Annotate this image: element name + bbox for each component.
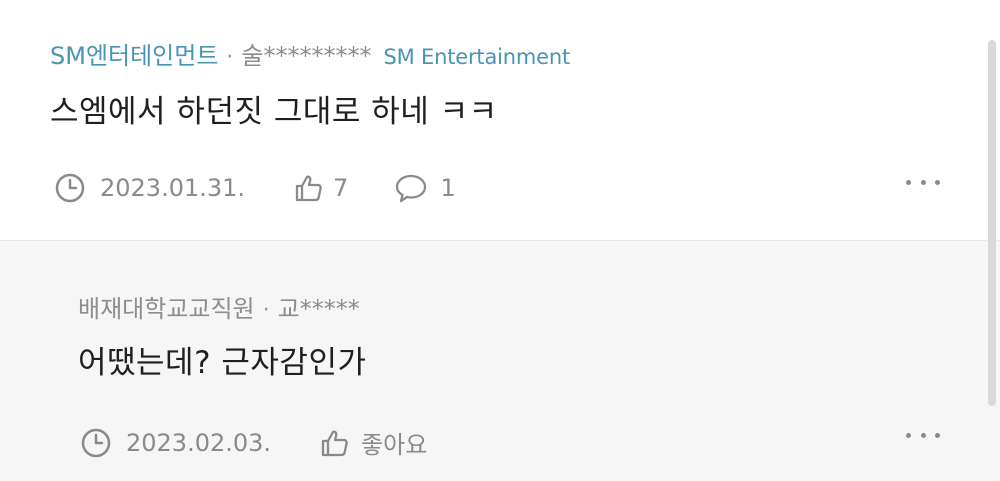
meta-separator: · xyxy=(262,298,270,323)
comment-masked-name: 술********* xyxy=(241,42,372,70)
reply-actions: 2023.02.03. 좋아요 xyxy=(80,425,427,460)
reply-like-label: 좋아요 xyxy=(361,431,428,459)
more-dot xyxy=(906,179,911,185)
meta-separator: · xyxy=(226,45,234,70)
more-dot xyxy=(906,432,911,438)
clock-icon xyxy=(54,172,86,204)
thumbs-up-icon xyxy=(293,172,325,204)
thumbs-up-icon xyxy=(319,427,351,459)
comment-more-button[interactable] xyxy=(906,172,940,192)
comment-like-button[interactable]: 7 xyxy=(293,172,348,204)
reply-masked-name: 교***** xyxy=(277,295,360,323)
reply-card: 배재대학교교직원 · 교***** 어땠는데? 근자감인가 2023.02.03… xyxy=(0,241,1000,481)
more-dot xyxy=(935,179,940,185)
reply-date: 2023.02.03. xyxy=(80,427,271,459)
scrollbar[interactable] xyxy=(988,40,996,406)
reply-date-text: 2023.02.03. xyxy=(126,428,272,457)
comment-reply-button[interactable]: 1 xyxy=(394,172,456,204)
more-dot xyxy=(935,432,940,438)
comment-card: SM엔터테인먼트 · 술********* SM Entertainment 스… xyxy=(0,0,1000,240)
comment-date: 2023.01.31. xyxy=(54,172,245,204)
comment-company-badge[interactable]: SM Entertainment xyxy=(384,45,571,69)
comment-author-link[interactable]: SM엔터테인먼트 xyxy=(50,36,218,71)
more-dot xyxy=(920,432,926,438)
reply-text: 어땠는데? 근자감인가 xyxy=(78,345,367,381)
reply-author[interactable]: 배재대학교교직원 xyxy=(78,289,255,324)
reply-like-button[interactable]: 좋아요 xyxy=(319,425,427,460)
reply-meta: 배재대학교교직원 · 교***** xyxy=(78,289,360,324)
comment-meta: SM엔터테인먼트 · 술********* SM Entertainment xyxy=(50,36,570,71)
comment-actions: 2023.01.31. 7 1 xyxy=(54,172,456,204)
comment-date-text: 2023.01.31. xyxy=(100,174,246,202)
comment-text: 스엠에서 하던짓 그대로 하네 ㅋㅋ xyxy=(50,94,498,130)
comment-thread: SM엔터테인먼트 · 술********* SM Entertainment 스… xyxy=(0,0,1000,481)
comment-reply-count: 1 xyxy=(440,174,456,202)
more-dot xyxy=(920,179,926,185)
clock-icon xyxy=(80,427,112,459)
comment-like-count: 7 xyxy=(333,174,349,202)
reply-more-button[interactable] xyxy=(906,425,940,445)
speech-bubble-icon xyxy=(394,172,428,204)
